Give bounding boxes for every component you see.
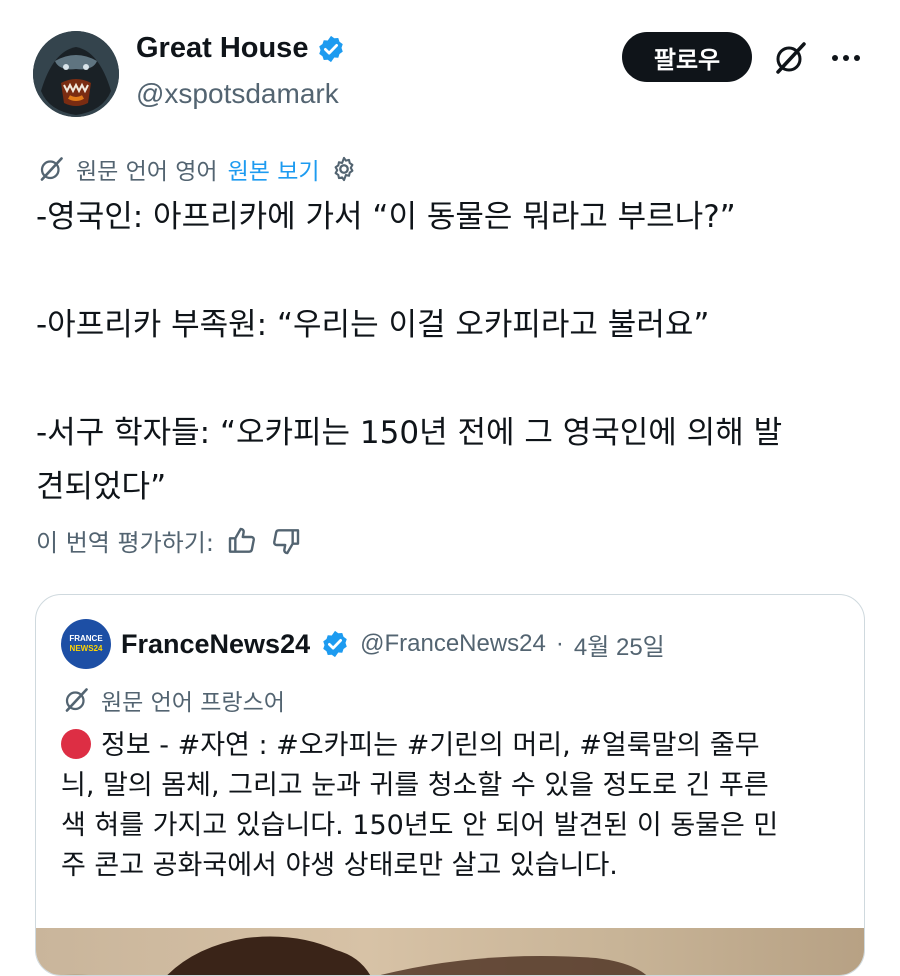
show-original-link[interactable]: 원본 보기 — [228, 152, 320, 186]
quoted-author-name[interactable]: FranceNews24 — [121, 629, 310, 660]
quoted-tweet-image[interactable] — [36, 928, 864, 975]
tweet-line: ​ — [36, 352, 866, 406]
meta-separator: · — [555, 630, 564, 657]
tweet-line: -아프리카 부족원: “우리는 이걸 오카피라고 불러요” — [36, 307, 710, 343]
quoted-line-text: 정보 - #자연 : #오카피는 #기린의 머리, #얼룩말의 줄무 — [101, 730, 760, 761]
quoted-tweet-card[interactable]: FRANCE NEWS24 FranceNews24 @FranceNews24… — [35, 594, 865, 976]
translation-info: 원문 언어 영어 원본 보기 — [36, 152, 358, 186]
quoted-avatar-text-top: FRANCE — [69, 634, 103, 643]
rate-translation-label: 이 번역 평가하기: — [36, 529, 214, 557]
tweet-line: ​ — [36, 244, 866, 298]
more-options-button[interactable] — [826, 38, 866, 78]
quoted-source-language: 원문 언어 프랑스어 — [101, 690, 285, 716]
thumbs-down-icon[interactable] — [270, 525, 302, 557]
quoted-author-handle[interactable]: @FranceNews24 — [360, 630, 546, 658]
tweet-line: -서구 학자들: “오카피는 150년 전에 그 영국인에 의해 발 — [36, 415, 783, 451]
rate-translation: 이 번역 평가하기: — [36, 523, 302, 558]
author-name-row[interactable]: Great House — [136, 32, 346, 65]
quoted-tweet-text: 정보 - #자연 : #오카피는 #기린의 머리, #얼룩말의 줄무 늬, 말의… — [61, 726, 851, 886]
grok-translate-icon — [65, 688, 88, 712]
settings-gear-icon[interactable] — [330, 155, 358, 183]
grok-icon — [776, 42, 806, 74]
grok-button[interactable] — [770, 38, 810, 78]
quoted-line-2: 늬, 말의 몸체, 그리고 눈과 귀를 청소할 수 있을 정도로 긴 푸른 — [61, 770, 769, 801]
quoted-line-3: 색 혀를 가지고 있습니다. 150년도 안 되어 발견된 이 동물은 민 — [61, 810, 779, 841]
grok-translate-icon — [40, 157, 63, 181]
quoted-tweet-header: FRANCE NEWS24 FranceNews24 @FranceNews24… — [61, 619, 665, 669]
follow-button[interactable]: 팔로우 — [622, 32, 752, 82]
tweet-text: -영국인: 아프리카에 가서 “이 동물은 뭐라고 부르나?” ​ -아프리카 부족… — [36, 190, 866, 514]
author-display-name[interactable]: Great House — [136, 32, 308, 65]
quoted-tweet-date[interactable]: 4월 25일 — [574, 627, 665, 662]
translation-source-language: 원문 언어 영어 — [76, 159, 218, 185]
quoted-line-4: 주 콘고 공화국에서 야생 상태로만 살고 있습니다. — [61, 850, 618, 881]
red-circle-icon — [61, 729, 91, 759]
author-handle[interactable]: @xspotsdamark — [136, 78, 339, 110]
tweet-line: 견되었다” — [36, 469, 167, 505]
okapi-photo-image — [64, 936, 646, 975]
thumbs-up-icon[interactable] — [226, 525, 258, 557]
quoted-line-1: 정보 - #자연 : #오카피는 #기린의 머리, #얼룩말의 줄무 — [61, 726, 851, 766]
quoted-translation-info: 원문 언어 프랑스어 — [61, 683, 285, 717]
verified-badge-icon — [319, 35, 344, 62]
verified-badge-icon — [323, 630, 347, 658]
author-avatar[interactable] — [33, 31, 119, 117]
gorilla-avatar-icon — [33, 31, 119, 117]
quoted-avatar-text-bottom: NEWS24 — [69, 644, 103, 653]
more-dots-icon — [832, 55, 860, 61]
quoted-author-avatar[interactable]: FRANCE NEWS24 — [61, 619, 111, 669]
tweet-line: -영국인: 아프리카에 가서 “이 동물은 뭐라고 부르나?” — [36, 199, 736, 235]
